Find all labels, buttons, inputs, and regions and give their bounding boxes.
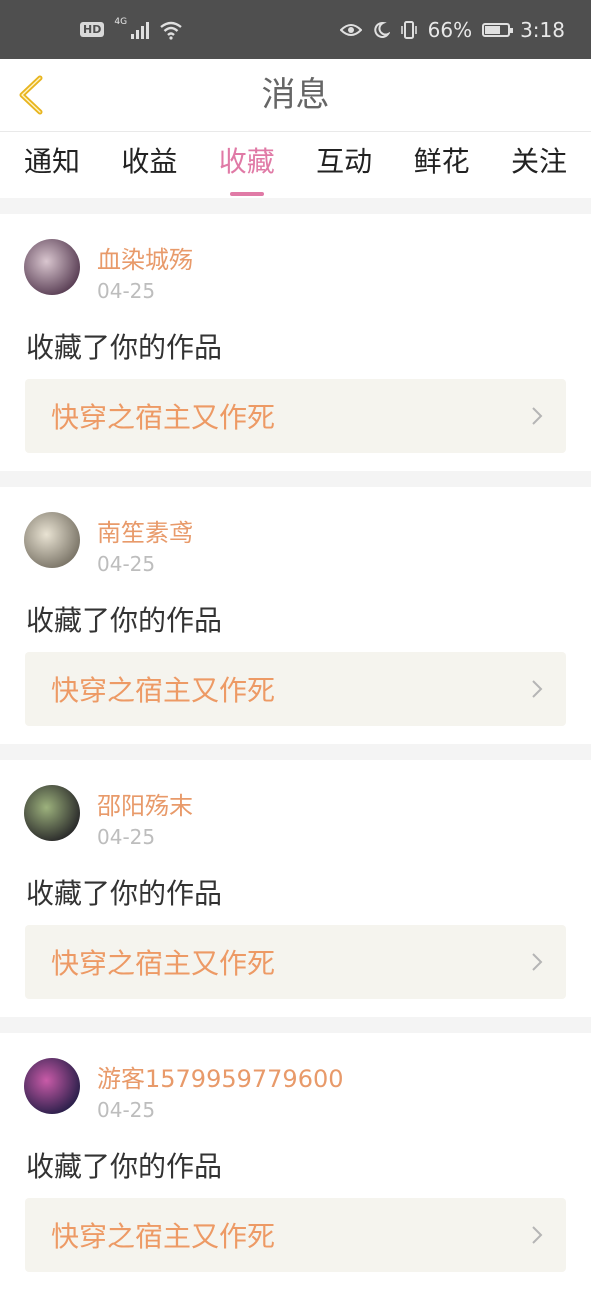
signal-icon xyxy=(131,21,150,39)
avatar[interactable] xyxy=(24,1058,80,1114)
status-bar: HD 4G 66% 3:18 xyxy=(0,0,591,59)
message-text: 收藏了你的作品 xyxy=(26,877,223,910)
message-date: 04-25 xyxy=(97,825,156,849)
clock: 3:18 xyxy=(520,17,565,42)
username[interactable]: 游客1579959779600 xyxy=(97,1059,344,1094)
status-left: HD 4G xyxy=(80,16,183,40)
tab-notice[interactable]: 通知 xyxy=(24,132,80,198)
message-date: 04-25 xyxy=(97,1098,156,1122)
tab-earnings[interactable]: 收益 xyxy=(121,132,177,198)
work-title: 快穿之宿主又作死 xyxy=(51,674,276,707)
divider xyxy=(0,198,591,214)
hd-badge: HD xyxy=(80,22,105,37)
chevron-right-icon xyxy=(532,1226,543,1244)
work-title: 快穿之宿主又作死 xyxy=(51,1220,276,1253)
work-link[interactable]: 快穿之宿主又作死 xyxy=(25,379,566,453)
message-date: 04-25 xyxy=(97,279,156,303)
network-type: 4G xyxy=(114,16,128,27)
battery-icon xyxy=(482,22,514,37)
work-link[interactable]: 快穿之宿主又作死 xyxy=(25,1198,566,1272)
avatar[interactable] xyxy=(24,785,80,841)
divider xyxy=(0,471,591,487)
chevron-right-icon xyxy=(532,407,543,425)
tab-interaction[interactable]: 互动 xyxy=(316,132,372,198)
message-card: 邵阳殇末 04-25 收藏了你的作品 快穿之宿主又作死 xyxy=(0,760,591,1017)
battery-percent: 66% xyxy=(427,17,473,42)
chevron-right-icon xyxy=(532,953,543,971)
message-card: 南笙素鸢 04-25 收藏了你的作品 快穿之宿主又作死 xyxy=(0,487,591,744)
avatar[interactable] xyxy=(24,239,80,295)
divider xyxy=(0,744,591,760)
vibrate-icon xyxy=(400,20,417,39)
chevron-right-icon xyxy=(532,680,543,698)
app-header: 消息 xyxy=(0,59,591,132)
message-card: 血染城殇 04-25 收藏了你的作品 快穿之宿主又作死 xyxy=(0,214,591,471)
divider xyxy=(0,1017,591,1033)
status-right: 66% 3:18 xyxy=(339,17,565,42)
eye-comfort-icon xyxy=(339,23,362,36)
message-list: 血染城殇 04-25 收藏了你的作品 快穿之宿主又作死 南笙素鸢 04-25 收… xyxy=(0,198,591,1290)
tab-following[interactable]: 关注 xyxy=(511,132,567,198)
tab-favorites[interactable]: 收藏 xyxy=(219,132,275,198)
page-title: 消息 xyxy=(261,75,330,115)
username[interactable]: 南笙素鸢 xyxy=(97,513,193,548)
message-card: 游客1579959779600 04-25 收藏了你的作品 快穿之宿主又作死 xyxy=(0,1033,591,1290)
moon-icon xyxy=(373,21,390,38)
message-text: 收藏了你的作品 xyxy=(26,604,223,637)
work-title: 快穿之宿主又作死 xyxy=(51,401,276,434)
message-date: 04-25 xyxy=(97,552,156,576)
work-link[interactable]: 快穿之宿主又作死 xyxy=(25,652,566,726)
work-link[interactable]: 快穿之宿主又作死 xyxy=(25,925,566,999)
wifi-icon xyxy=(160,21,182,40)
username[interactable]: 血染城殇 xyxy=(97,240,193,275)
avatar[interactable] xyxy=(24,512,80,568)
tab-bar: 通知 收益 收藏 互动 鲜花 关注 xyxy=(0,132,591,198)
tab-flowers[interactable]: 鲜花 xyxy=(414,132,470,198)
work-title: 快穿之宿主又作死 xyxy=(51,947,276,980)
message-text: 收藏了你的作品 xyxy=(26,1150,223,1183)
message-text: 收藏了你的作品 xyxy=(26,331,223,364)
username[interactable]: 邵阳殇末 xyxy=(97,786,193,821)
